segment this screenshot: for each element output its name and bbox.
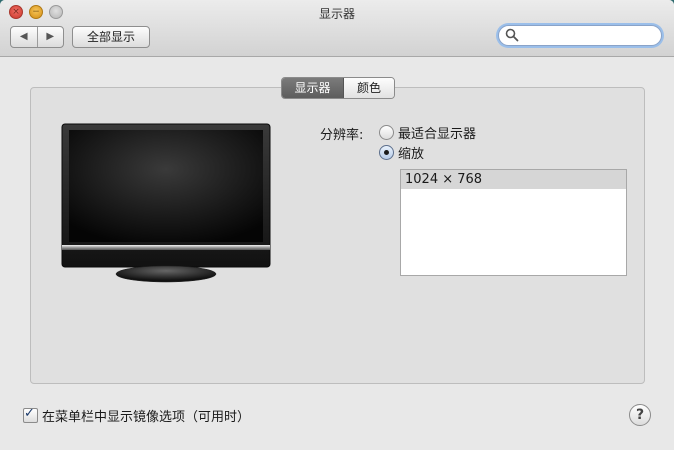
radio-scaled[interactable]: 缩放 [379,143,424,162]
tab-color[interactable]: 颜色 [344,78,394,98]
display-preferences-window: × − + 显示器 ◀ ▶ 全部显示 显示器 颜色 [0,0,674,450]
help-button[interactable]: ? [629,404,651,426]
help-icon: ? [635,407,645,423]
tab-bar: 显示器 颜色 [281,77,395,99]
checkmark-icon: ✓ [24,406,35,421]
search-field[interactable] [498,25,662,46]
mirror-option[interactable]: ✓ 在菜单栏中显示镜像选项（可用时） [23,406,250,425]
mirror-checkbox-label: 在菜单栏中显示镜像选项（可用时） [42,410,251,425]
back-forward-group: ◀ ▶ [10,26,64,48]
resolution-list[interactable]: 1024 × 768 [400,169,627,276]
back-button[interactable]: ◀ [11,27,38,47]
list-item[interactable]: 1024 × 768 [401,170,626,189]
search-icon [505,28,519,42]
radio-label: 最适合显示器 [398,127,477,142]
resolution-label: 分辨率: [320,128,364,143]
tab-display[interactable]: 显示器 [282,78,344,98]
radio-button[interactable] [379,145,394,160]
monitor-icon [61,123,271,283]
show-all-button[interactable]: 全部显示 [72,26,150,48]
radio-best-for-display[interactable]: 最适合显示器 [379,123,476,142]
mirror-checkbox[interactable]: ✓ [23,406,38,423]
window-title: 显示器 [318,7,355,21]
title-bar: × − + 显示器 ◀ ▶ 全部显示 [0,0,674,57]
radio-label: 缩放 [398,147,425,162]
forward-button[interactable]: ▶ [38,27,64,47]
radio-button[interactable] [379,125,394,140]
